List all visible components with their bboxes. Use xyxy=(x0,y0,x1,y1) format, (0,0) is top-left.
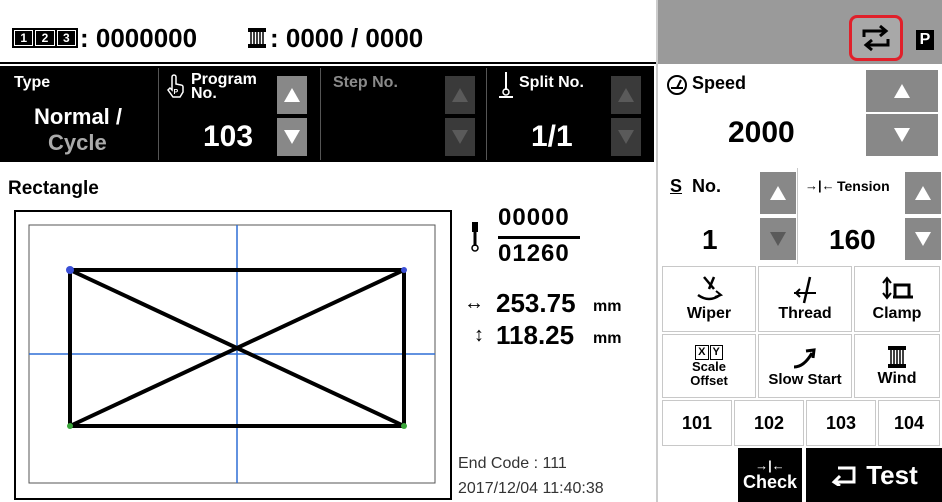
slow-start-button[interactable]: Slow Start xyxy=(758,334,852,398)
p-badge: P xyxy=(916,30,934,50)
split-value: 1/1 xyxy=(531,120,573,153)
wiper-label: Wiper xyxy=(686,305,732,322)
program-down-button[interactable] xyxy=(277,118,307,156)
type-value-normal: Normal / xyxy=(34,104,123,129)
step-down-button[interactable] xyxy=(445,118,475,156)
stitch-current: 00000 xyxy=(498,204,570,231)
height-icon: ↕ xyxy=(474,324,484,346)
speed-panel: Speed 2000 xyxy=(658,66,942,158)
s-no-panel: S No. 1 xyxy=(658,168,798,264)
clamp-label: Clamp xyxy=(872,305,922,322)
type-label: Type xyxy=(14,74,51,91)
return-arrow-icon xyxy=(831,466,856,486)
wiper-button[interactable]: Wiper xyxy=(662,266,756,332)
s-no-prefix: S xyxy=(670,176,683,196)
end-code: End Code : 111 xyxy=(458,455,567,472)
program-box: P Program No. 103 xyxy=(158,68,318,160)
offset-label: Offset xyxy=(690,372,728,388)
step-box: Step No. xyxy=(320,68,484,160)
slow-start-label: Slow Start xyxy=(768,370,842,388)
check-button[interactable]: →|← Check xyxy=(738,448,802,502)
bobbin-counter-icon xyxy=(247,26,267,50)
preset-button-102[interactable]: 102 xyxy=(734,400,804,446)
stitch-divider xyxy=(498,236,580,239)
end-point xyxy=(401,423,407,429)
cycle-switch-button[interactable] xyxy=(849,15,903,61)
program-label-2: No. xyxy=(191,85,217,102)
tension-down-button[interactable] xyxy=(905,218,941,260)
wind-button[interactable]: Wind xyxy=(854,334,940,398)
corner-point-tr xyxy=(401,267,407,273)
clamp-icon xyxy=(882,276,913,300)
width-icon: ↔ xyxy=(464,292,484,314)
test-label: Test xyxy=(866,459,918,490)
tension-value: 160 xyxy=(829,224,876,255)
height-unit: mm xyxy=(593,330,622,347)
check-label: Check xyxy=(742,471,798,492)
step-up-button[interactable] xyxy=(445,76,475,114)
pattern-width: 253.75 xyxy=(496,288,576,318)
wiper-icon xyxy=(697,276,724,301)
preset-button-104[interactable]: 104 xyxy=(878,400,940,446)
speed-down-button[interactable] xyxy=(866,114,938,156)
production-counter-value: : 0000000 xyxy=(80,23,198,53)
origin-point xyxy=(66,266,74,274)
datetime: 2017/12/04 11:40:38 xyxy=(458,480,604,497)
clamp-button[interactable]: Clamp xyxy=(854,266,940,332)
cycle-switch-icon xyxy=(862,24,890,52)
split-label: Split No. xyxy=(519,74,584,91)
tension-label: Tension xyxy=(837,178,890,194)
width-unit: mm xyxy=(593,298,622,315)
xy-icon: X Y xyxy=(695,344,723,360)
split-up-button[interactable] xyxy=(611,76,641,114)
pattern-height: 118.25 xyxy=(496,320,575,350)
split-box: Split No. 1/1 xyxy=(486,68,652,160)
type-box[interactable]: Type Normal / Cycle xyxy=(8,68,154,160)
pattern-name: Rectangle xyxy=(8,178,99,199)
split-down-button[interactable] xyxy=(611,118,641,156)
s-no-value: 1 xyxy=(702,224,718,255)
slow-start-icon xyxy=(793,347,816,368)
program-value: 103 xyxy=(203,120,254,153)
stitch-total: 01260 xyxy=(498,240,570,267)
counter-digits-icon: 1 2 3 xyxy=(12,28,78,48)
scale-label: Scale xyxy=(692,358,726,374)
step-label: Step No. xyxy=(333,74,398,91)
tension-up-button[interactable] xyxy=(905,172,941,214)
wind-icon xyxy=(888,346,906,368)
test-button[interactable]: Test xyxy=(806,448,942,502)
thread-button[interactable]: Thread xyxy=(758,266,852,332)
wind-label: Wind xyxy=(877,370,917,387)
stitch-needle-icon xyxy=(468,222,482,252)
thread-icon xyxy=(794,276,816,304)
preset-button-103[interactable]: 103 xyxy=(806,400,876,446)
speed-up-button[interactable] xyxy=(866,70,938,112)
speed-value: 2000 xyxy=(728,116,795,149)
hand-pointer-icon: P xyxy=(165,74,185,98)
thread-label: Thread xyxy=(778,305,832,322)
speed-label: Speed xyxy=(692,73,747,93)
pattern-preview xyxy=(14,210,452,500)
type-value-cycle: Cycle xyxy=(48,130,107,155)
program-up-button[interactable] xyxy=(277,76,307,114)
s-no-down-button[interactable] xyxy=(760,218,796,260)
speed-gauge-icon xyxy=(666,74,688,96)
needle-icon xyxy=(499,72,513,98)
s-no-up-button[interactable] xyxy=(760,172,796,214)
check-icon: →|← xyxy=(755,457,785,473)
start-point xyxy=(67,423,73,429)
tension-icon: →|← xyxy=(805,178,835,193)
s-no-label: No. xyxy=(692,176,721,196)
scale-offset-button[interactable]: X Y Scale Offset xyxy=(662,334,756,398)
tension-panel: →|← Tension 160 xyxy=(799,168,942,264)
preset-button-101[interactable]: 101 xyxy=(662,400,732,446)
bobbin-counter-value: : 0000 / 0000 xyxy=(270,23,424,53)
svg-text:P: P xyxy=(174,89,179,96)
